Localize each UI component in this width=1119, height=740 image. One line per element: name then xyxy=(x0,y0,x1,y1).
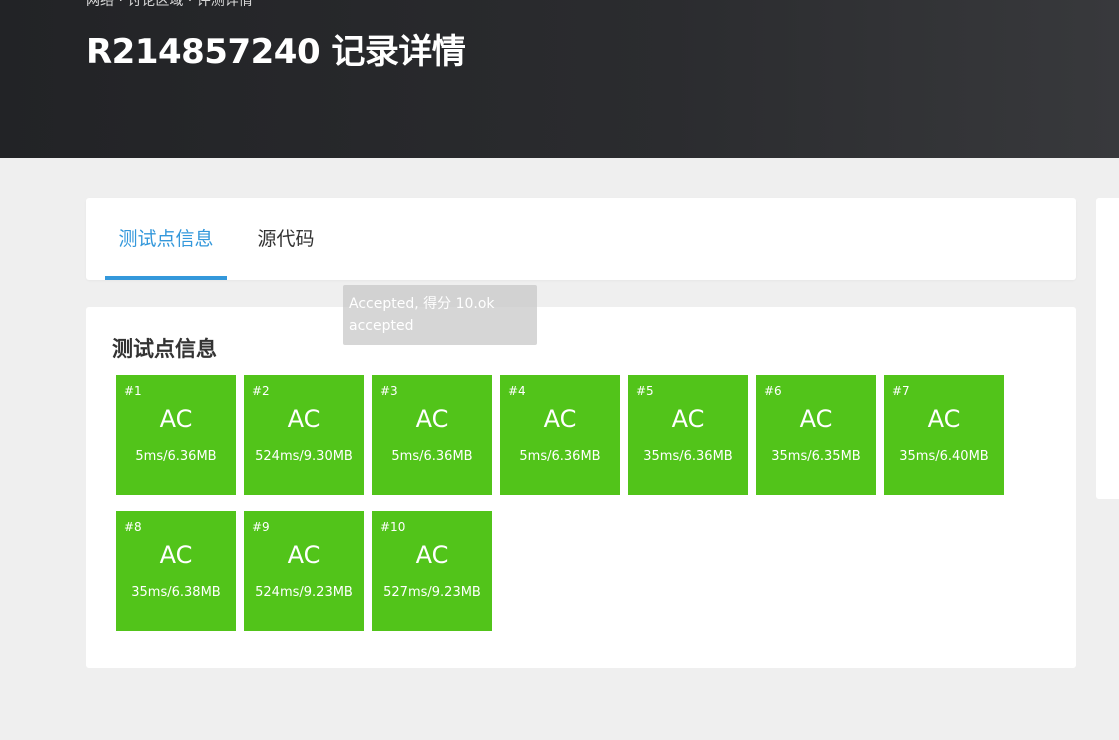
testcase-info: 35ms/6.36MB xyxy=(643,449,733,464)
testcase-id: #3 xyxy=(380,384,398,398)
tooltip-line-message: accepted xyxy=(349,318,414,334)
testcase-info: 5ms/6.36MB xyxy=(135,449,217,464)
testcase-status: AC xyxy=(415,541,449,569)
testcase-id: #6 xyxy=(764,384,782,398)
testcase-block[interactable]: #2 AC 524ms/9.30MB xyxy=(244,375,364,495)
testcase-id: #2 xyxy=(252,384,270,398)
side-panel xyxy=(1096,198,1119,499)
testcase-status: AC xyxy=(287,405,321,433)
testcase-block[interactable]: #9 AC 524ms/9.23MB xyxy=(244,511,364,631)
testcase-id: #7 xyxy=(892,384,910,398)
testcase-block[interactable]: #6 AC 35ms/6.35MB xyxy=(756,375,876,495)
testcase-info: 524ms/9.30MB xyxy=(255,449,353,464)
testcase-block[interactable]: #1 AC 5ms/6.36MB xyxy=(116,375,236,495)
testcase-block[interactable]: #7 AC 35ms/6.40MB xyxy=(884,375,1004,495)
testcase-status: AC xyxy=(415,405,449,433)
testcase-info: 527ms/9.23MB xyxy=(383,585,481,600)
testcase-info: 524ms/9.23MB xyxy=(255,585,353,600)
testcase-status: AC xyxy=(159,541,193,569)
testcase-info: 35ms/6.40MB xyxy=(899,449,989,464)
testcase-id: #4 xyxy=(508,384,526,398)
tab-testcase-info[interactable]: 测试点信息 xyxy=(105,198,227,280)
testcase-tooltip: Accepted, 得分 10.ok accepted xyxy=(343,285,537,345)
testcase-id: #9 xyxy=(252,520,270,534)
section-title: 测试点信息 xyxy=(112,337,217,361)
testcase-id: #5 xyxy=(636,384,654,398)
testcase-id: #1 xyxy=(124,384,142,398)
testcase-id: #8 xyxy=(124,520,142,534)
testcase-status: AC xyxy=(287,541,321,569)
tab-source-code[interactable]: 源代码 xyxy=(246,198,326,280)
testcase-status: AC xyxy=(543,405,577,433)
testcase-panel: 测试点信息 #1 AC 5ms/6.36MB #2 AC 524ms/9.30M… xyxy=(86,307,1076,668)
testcase-status: AC xyxy=(927,405,961,433)
testcase-block[interactable]: #4 AC 5ms/6.36MB xyxy=(500,375,620,495)
page-title: R214857240 记录详情 xyxy=(86,32,466,72)
breadcrumb[interactable]: 网络 · 讨论区域 · 评测详情 xyxy=(86,0,253,10)
testcase-info: 35ms/6.35MB xyxy=(771,449,861,464)
tooltip-line-result: Accepted, 得分 10.ok xyxy=(349,296,495,312)
testcase-id: #10 xyxy=(380,520,406,534)
testcase-status: AC xyxy=(671,405,705,433)
testcase-status: AC xyxy=(799,405,833,433)
testcase-block[interactable]: #3 AC 5ms/6.36MB xyxy=(372,375,492,495)
testcase-info: 35ms/6.38MB xyxy=(131,585,221,600)
tabs-card: 测试点信息 源代码 xyxy=(86,198,1076,280)
page-header: 网络 · 讨论区域 · 评测详情 R214857240 记录详情 xyxy=(0,0,1119,158)
testcase-block[interactable]: #5 AC 35ms/6.36MB xyxy=(628,375,748,495)
testcase-info: 5ms/6.36MB xyxy=(391,449,473,464)
testcase-info: 5ms/6.36MB xyxy=(519,449,601,464)
testcase-status: AC xyxy=(159,405,193,433)
testcase-block[interactable]: #10 AC 527ms/9.23MB xyxy=(372,511,492,631)
testcase-block[interactable]: #8 AC 35ms/6.38MB xyxy=(116,511,236,631)
